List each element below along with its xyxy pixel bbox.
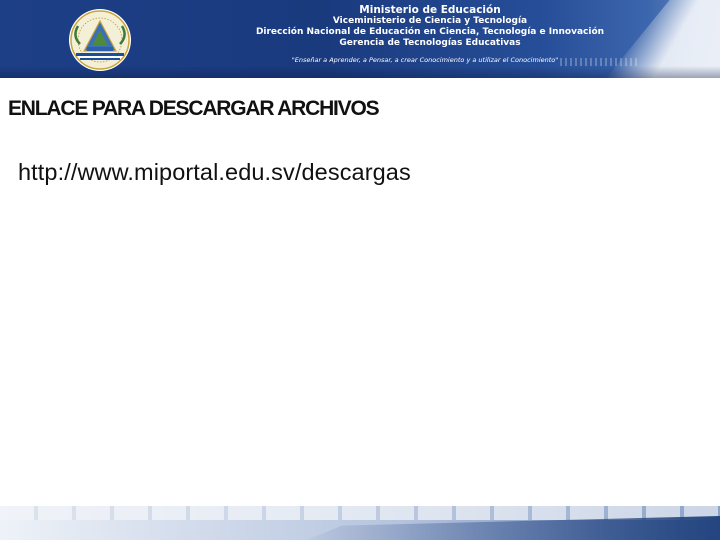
footer-tiles [0, 506, 720, 520]
motto: "Enseñar a Aprender, a Pensar, a crear C… [291, 56, 559, 64]
vice-ministry-name: Viceministerio de Ciencia y Tecnología [332, 16, 528, 26]
management-name: Gerencia de Tecnologías Educativas [339, 38, 521, 48]
slide-title: ENLACE PARA DESCARGAR ARCHIVOS [8, 97, 380, 120]
banner-text: Ministerio de Educación Viceministerio d… [230, 4, 630, 49]
directorate-name: Dirección Nacional de Educación en Cienc… [255, 27, 605, 37]
ministry-name: Ministerio de Educación [359, 4, 501, 16]
coat-of-arms-el-salvador-icon [69, 9, 131, 71]
header-banner: Ministerio de Educación Viceministerio d… [0, 0, 720, 78]
download-link[interactable]: http://www.miportal.edu.sv/descargas [18, 159, 411, 186]
